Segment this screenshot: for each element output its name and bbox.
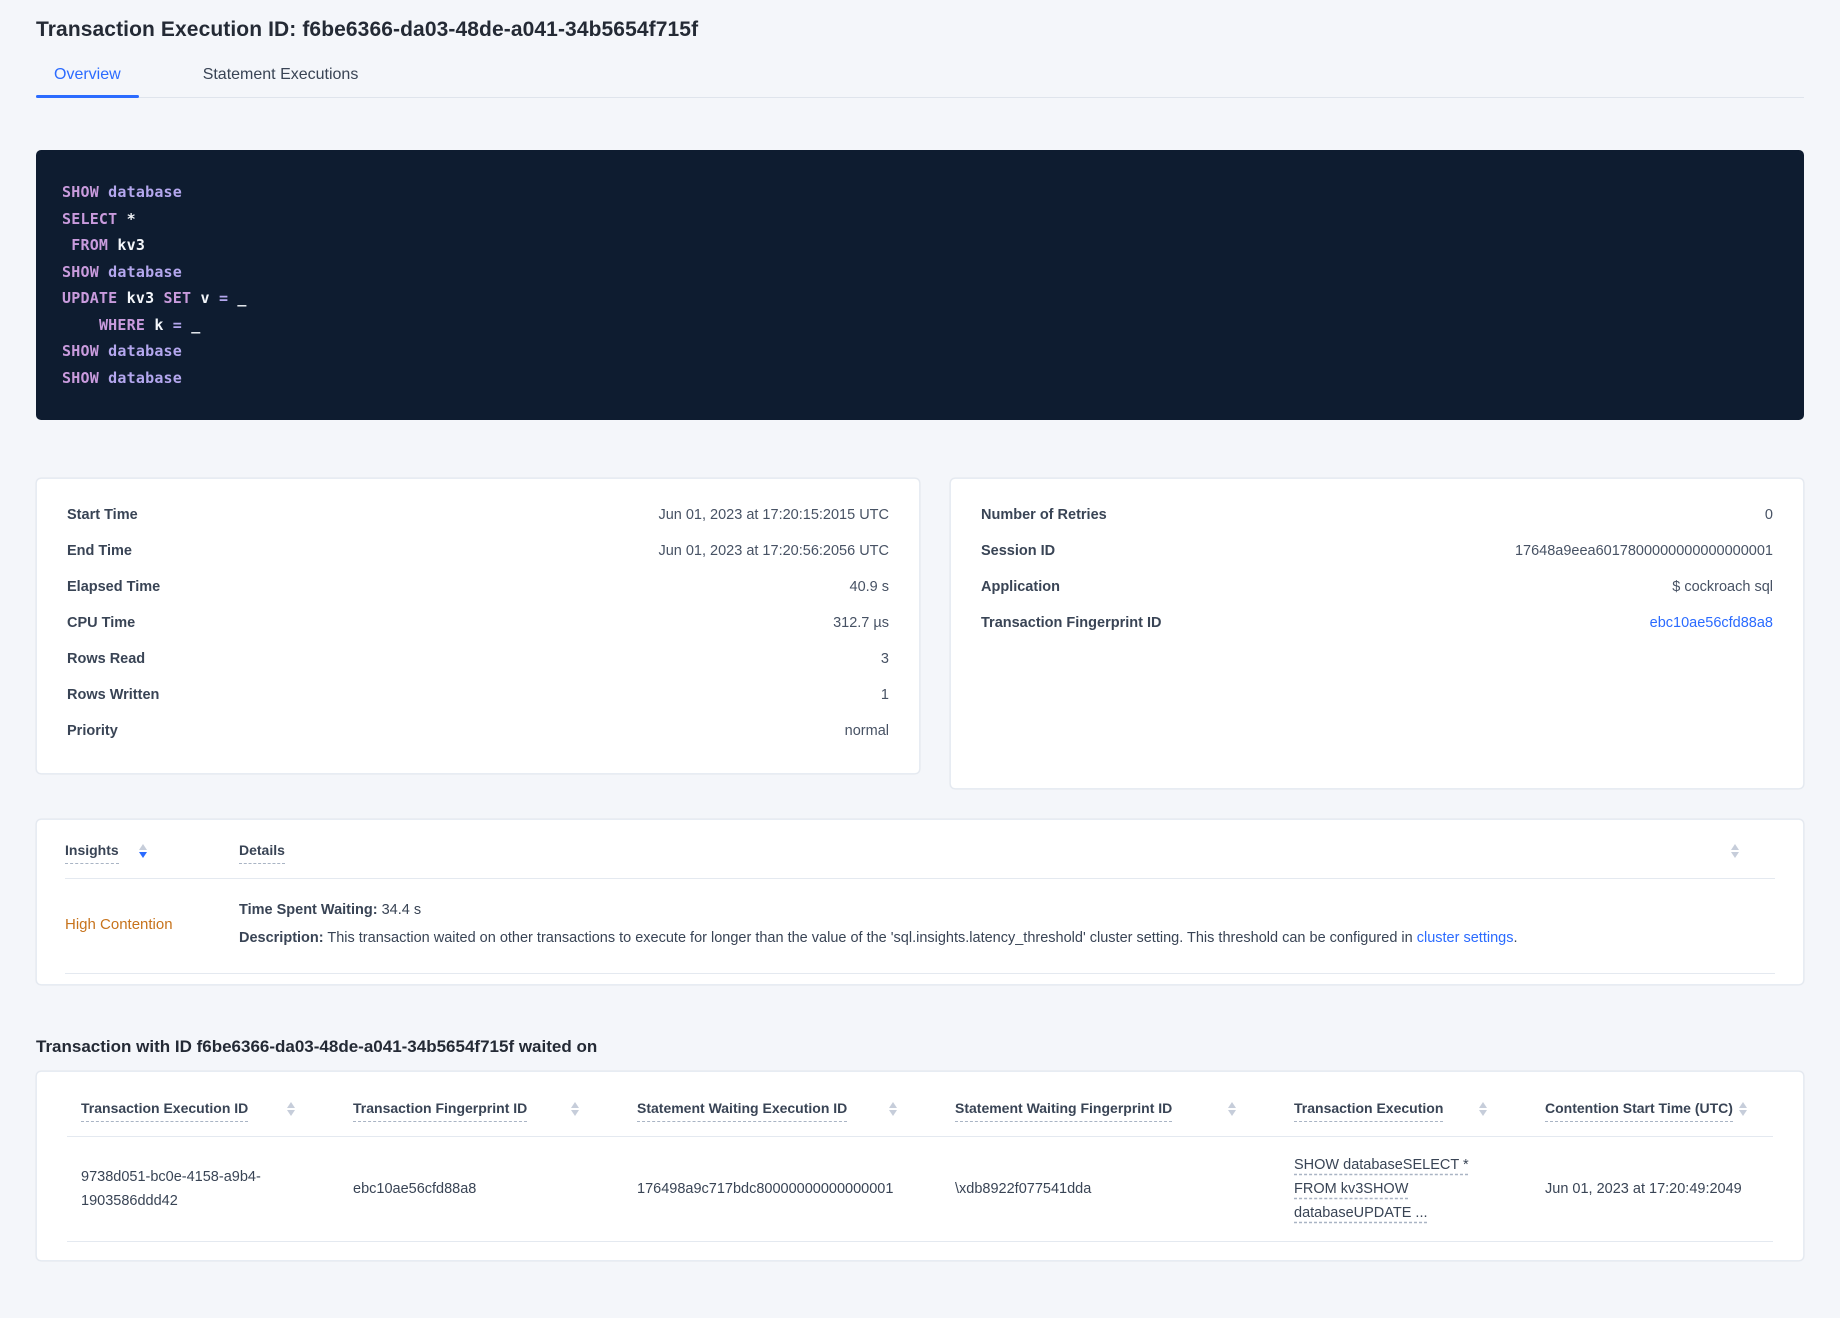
waiting-value: 34.4 s	[377, 902, 422, 918]
sort-icon[interactable]	[287, 1102, 295, 1116]
kv-row-priority: Priority normal	[67, 713, 889, 749]
sort-icon[interactable]	[1731, 844, 1739, 858]
sort-icon[interactable]	[889, 1102, 897, 1116]
column-header-statement-waiting-execution-id[interactable]: Statement Waiting Execution ID	[623, 1100, 941, 1122]
kv-row-number-of-retries: Number of Retries 0	[981, 497, 1773, 533]
description-text: This transaction waited on other transac…	[323, 930, 1417, 946]
waited-on-table-header: Transaction Execution ID Transaction Fin…	[67, 1072, 1773, 1137]
insight-row: High Contention Time Spent Waiting: 34.4…	[65, 879, 1775, 974]
insights-header-label[interactable]: Insights	[65, 842, 119, 864]
sort-icon[interactable]	[1739, 1102, 1747, 1116]
kv-label: Number of Retries	[981, 507, 1107, 523]
kv-label: Application	[981, 579, 1060, 595]
kv-row-transaction-fingerprint-id: Transaction Fingerprint ID ebc10ae56cfd8…	[981, 605, 1773, 641]
time-spent-waiting: Time Spent Waiting: 34.4 s	[239, 899, 1775, 921]
waited-on-heading: Transaction with ID f6be6366-da03-48de-a…	[36, 1037, 598, 1056]
insights-column-header[interactable]: Insights	[65, 842, 239, 864]
kv-label: Elapsed Time	[67, 579, 161, 595]
column-header-label[interactable]: Transaction Execution	[1294, 1100, 1444, 1122]
column-header-label[interactable]: Statement Waiting Execution ID	[637, 1100, 848, 1122]
kv-label: Rows Read	[67, 651, 146, 667]
details-column-header[interactable]: Details	[239, 842, 1775, 864]
column-header-transaction-fingerprint-id[interactable]: Transaction Fingerprint ID	[339, 1100, 623, 1122]
kv-label: Transaction Fingerprint ID	[981, 615, 1162, 631]
transaction-fingerprint-link[interactable]: ebc10ae56cfd88a8	[1650, 615, 1773, 631]
transaction-details-page: Transaction Execution ID: f6be6366-da03-…	[0, 0, 1840, 1261]
waiting-label: Time Spent Waiting:	[239, 902, 378, 918]
kv-row-start-time: Start Time Jun 01, 2023 at 17:20:15:2015…	[67, 497, 889, 533]
cell-contention-start-time: Jun 01, 2023 at 17:20:49:2049	[1545, 1181, 1742, 1197]
kv-row-cpu-time: CPU Time 312.7 µs	[67, 605, 889, 641]
execution-summary-card: Start Time Jun 01, 2023 at 17:20:15:2015…	[36, 478, 920, 774]
kv-label: End Time	[67, 543, 132, 559]
column-header-transaction-execution-id[interactable]: Transaction Execution ID	[67, 1100, 339, 1122]
kv-label: Rows Written	[67, 687, 160, 703]
column-header-label[interactable]: Statement Waiting Fingerprint ID	[955, 1100, 1173, 1122]
cell-transaction-execution: SHOW databaseSELECT * FROM kv3SHOW datab…	[1294, 1157, 1469, 1221]
details-header-label[interactable]: Details	[239, 842, 285, 864]
tab-statement-executions[interactable]: Statement Executions	[203, 66, 359, 97]
insight-details: Time Spent Waiting: 34.4 s Description: …	[239, 899, 1775, 949]
kv-value: 40.9 s	[849, 579, 890, 595]
column-header-contention-start-time[interactable]: Contention Start Time (UTC)	[1531, 1100, 1773, 1122]
column-header-transaction-execution[interactable]: Transaction Execution	[1280, 1100, 1531, 1122]
kv-label: Start Time	[67, 507, 138, 523]
tab-overview[interactable]: Overview	[36, 66, 139, 98]
summary-cards: Start Time Jun 01, 2023 at 17:20:15:2015…	[36, 478, 1804, 789]
waited-on-table-card: Transaction Execution ID Transaction Fin…	[36, 1071, 1804, 1261]
column-header-label[interactable]: Transaction Fingerprint ID	[353, 1100, 528, 1122]
column-header-statement-waiting-fingerprint-id[interactable]: Statement Waiting Fingerprint ID	[941, 1100, 1280, 1122]
sort-icon[interactable]	[1479, 1102, 1487, 1116]
kv-row-rows-written: Rows Written 1	[67, 677, 889, 713]
kv-value: 1	[880, 687, 889, 703]
kv-value: $ cockroach sql	[1672, 579, 1773, 595]
kv-value: 0	[1764, 507, 1773, 523]
kv-row-elapsed-time: Elapsed Time 40.9 s	[67, 569, 889, 605]
kv-value: normal	[844, 723, 889, 739]
cluster-settings-link[interactable]: cluster settings	[1417, 930, 1514, 946]
kv-label: Priority	[67, 723, 118, 739]
cell-transaction-execution-id: 9738d051-bc0e-4158-a9b4-1903586ddd42	[81, 1169, 261, 1209]
kv-value: 3	[880, 651, 889, 667]
sql-code: SHOW database SELECT * FROM kv3 SHOW datab…	[62, 183, 247, 387]
sort-icon[interactable]	[571, 1102, 579, 1116]
kv-row-application: Application $ cockroach sql	[981, 569, 1773, 605]
tab-bar: Overview Statement Executions	[36, 66, 1804, 98]
insight-type-label: High Contention	[65, 915, 173, 933]
cell-statement-waiting-execution-id: 176498a9c717bdc80000000000000001	[637, 1181, 894, 1197]
kv-row-end-time: End Time Jun 01, 2023 at 17:20:56:2056 U…	[67, 533, 889, 569]
kv-value: Jun 01, 2023 at 17:20:56:2056 UTC	[658, 543, 889, 559]
kv-row-rows-read: Rows Read 3	[67, 641, 889, 677]
cell-transaction-fingerprint-id: ebc10ae56cfd88a8	[353, 1181, 477, 1197]
sort-icon[interactable]	[138, 844, 147, 858]
description-suffix: .	[1513, 930, 1518, 946]
insight-description: Description: This transaction waited on …	[239, 927, 1775, 949]
column-header-label[interactable]: Contention Start Time (UTC)	[1545, 1100, 1733, 1122]
column-header-label[interactable]: Transaction Execution ID	[81, 1100, 249, 1122]
insights-table-header: Insights Details	[65, 820, 1775, 879]
kv-value: Jun 01, 2023 at 17:20:15:2015 UTC	[658, 507, 889, 523]
sql-statements-box: SHOW database SELECT * FROM kv3 SHOW datab…	[36, 150, 1804, 420]
kv-label: Session ID	[981, 543, 1056, 559]
kv-value: 312.7 µs	[833, 615, 889, 631]
page-title: Transaction Execution ID: f6be6366-da03-…	[36, 18, 699, 41]
session-summary-card: Number of Retries 0 Session ID 17648a9ee…	[950, 478, 1804, 789]
sort-icon[interactable]	[1228, 1102, 1236, 1116]
kv-value: 17648a9eea6017800000000000000001	[1514, 543, 1773, 559]
description-label: Description:	[239, 930, 324, 946]
kv-row-session-id: Session ID 17648a9eea6017800000000000000…	[981, 533, 1773, 569]
kv-label: CPU Time	[67, 615, 136, 631]
table-row: 9738d051-bc0e-4158-a9b4-1903586ddd42 ebc…	[67, 1137, 1773, 1242]
cell-statement-waiting-fingerprint-id: \xdb8922f077541dda	[955, 1181, 1092, 1197]
insights-card: Insights Details High Contention Time Sp…	[36, 819, 1804, 985]
